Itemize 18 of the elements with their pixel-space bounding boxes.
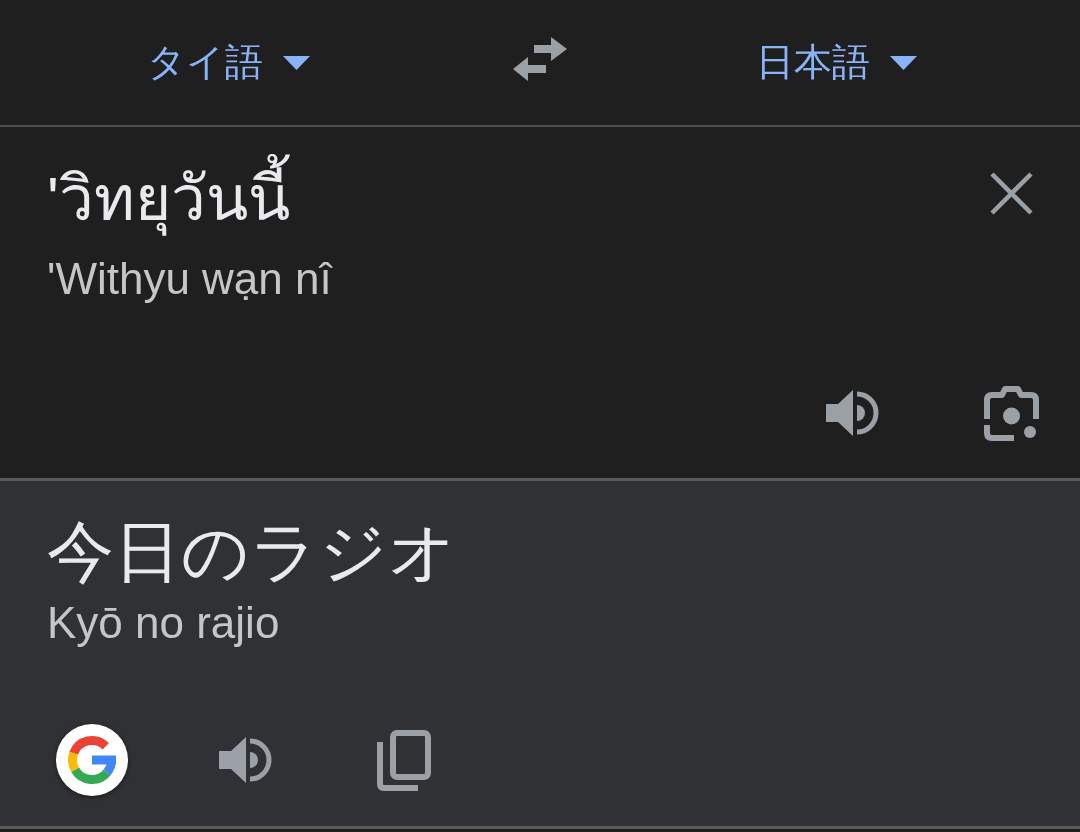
g-logo-icon: [56, 724, 128, 796]
translation-text: 今日のラジオ: [47, 513, 458, 591]
source-text: 'วิทยุวันนี้: [47, 151, 332, 248]
swap-languages-button[interactable]: [513, 36, 567, 81]
target-language-button[interactable]: 日本語: [755, 39, 917, 86]
copy-icon: [377, 729, 431, 791]
caret-icon: [282, 55, 310, 70]
source-language-button[interactable]: タイ語: [146, 39, 310, 86]
caret-icon: [889, 55, 917, 70]
camera-button[interactable]: [984, 385, 1039, 441]
clear-button[interactable]: [990, 172, 1033, 215]
source-romanization: 'Withyu wạn nî: [47, 253, 332, 306]
search-button[interactable]: [56, 724, 128, 796]
close-icon: [990, 172, 1033, 215]
camera-lens-icon: [984, 385, 1039, 441]
translation-romanization: Kyō no rajio: [47, 597, 281, 650]
copy-button[interactable]: [377, 729, 431, 791]
swap-arrows-icon: [513, 36, 567, 81]
